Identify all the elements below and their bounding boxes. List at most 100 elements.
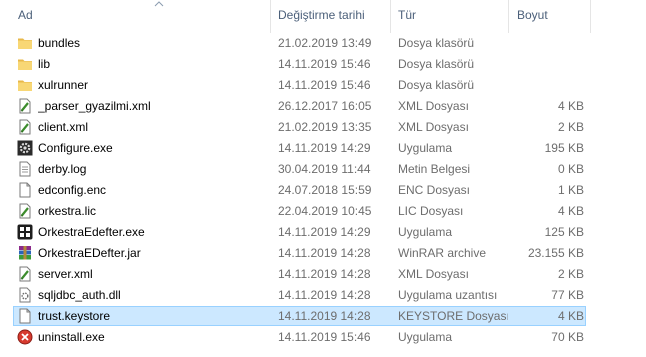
file-modified-date: 21.02.2019 13:49: [278, 36, 372, 50]
uninstall-exe-icon: [17, 329, 33, 345]
file-modified-date: 14.11.2019 14:28: [278, 288, 371, 302]
file-row[interactable]: xulrunner 14.11.2019 15:46 Dosya klasörü: [0, 75, 646, 96]
file-type: XML Dosyası: [398, 120, 469, 134]
file-type: Dosya klasörü: [398, 78, 475, 92]
file-name: lib: [38, 57, 51, 71]
file-modified-date: 24.07.2018 15:59: [278, 183, 372, 197]
file-type: ENC Dosyası: [398, 183, 471, 197]
file-row[interactable]: sqljdbc_auth.dll 14.11.2019 14:28 Uygulama…: [0, 285, 646, 306]
file-name: bundles: [38, 36, 81, 50]
file-type: Uygulama uzantısı: [398, 288, 498, 302]
file-name: uninstall.exe: [38, 330, 105, 344]
xml-file-icon: [17, 203, 33, 219]
file-row[interactable]: OrkestraEDefter.jar 14.11.2019 14:28 WinRA…: [0, 243, 646, 264]
file-row[interactable]: lib 14.11.2019 15:46 Dosya klasörü: [0, 54, 646, 75]
file-name: xulrunner: [38, 78, 89, 92]
file-row[interactable]: OrkestraEdefter.exe 14.11.2019 14:29 Uygul…: [0, 222, 646, 243]
file-row[interactable]: edconfig.enc 24.07.2018 15:59 ENC Dosyası 1…: [0, 180, 646, 201]
column-header-size-label: Boyut: [517, 8, 548, 22]
file-type: WinRAR archive: [398, 246, 487, 260]
file-row[interactable]: Configure.exe 14.11.2019 14:29 Uygulama 195…: [0, 138, 646, 159]
column-divider[interactable]: [390, 0, 391, 33]
column-header-size[interactable]: Boyut: [517, 0, 587, 33]
file-row[interactable]: _parser_gyazilmi.xml 26.12.2017 16:05 XML …: [0, 96, 646, 117]
column-divider[interactable]: [590, 0, 591, 33]
file-type: Metin Belgesi: [398, 162, 471, 176]
xml-file-icon: [17, 98, 33, 114]
gear-exe-icon: [17, 140, 33, 156]
column-header-date[interactable]: Değiştirme tarihi: [278, 0, 390, 33]
file-name: edconfig.enc: [38, 183, 107, 197]
file-type: Uygulama: [398, 141, 453, 155]
file-size: 4 KB: [557, 99, 584, 113]
file-row[interactable]: trust.keystore 14.11.2019 14:28 KEYSTORE D…: [0, 306, 646, 327]
file-name: sqljdbc_auth.dll: [38, 288, 121, 302]
file-modified-date: 14.11.2019 15:46: [278, 57, 371, 71]
file-row[interactable]: derby.log 30.04.2019 11:44 Metin Belgesi 0 …: [0, 159, 646, 180]
file-size: 70 KB: [551, 330, 584, 344]
blank-file-icon: [17, 308, 33, 324]
file-size: [516, 33, 584, 54]
dll-file-icon: [17, 287, 33, 303]
column-header-type[interactable]: Tür: [398, 0, 508, 33]
file-modified-date: 14.11.2019 14:29: [278, 141, 371, 155]
file-size: 23.155 KB: [527, 246, 584, 260]
file-type: Dosya klasörü: [398, 57, 475, 71]
file-modified-date: 14.11.2019 15:46: [278, 330, 371, 344]
winrar-icon: [17, 245, 33, 261]
file-name: OrkestraEDefter.jar: [38, 246, 141, 260]
text-file-icon: [17, 161, 33, 177]
file-type: KEYSTORE Dosyası: [398, 309, 508, 323]
file-modified-date: 14.11.2019 14:28: [278, 267, 371, 281]
file-size: 125 KB: [544, 225, 584, 239]
column-header-name[interactable]: Ad: [18, 0, 270, 33]
app-exe-icon: [17, 224, 33, 240]
file-type: LIC Dosyası: [398, 204, 464, 218]
column-header-name-label: Ad: [18, 8, 33, 22]
file-modified-date: 26.12.2017 16:05: [278, 99, 372, 113]
sort-ascending-icon: [153, 0, 165, 9]
file-size: 1 KB: [557, 183, 584, 197]
file-name: OrkestraEdefter.exe: [38, 225, 145, 239]
file-type: XML Dosyası: [398, 267, 469, 281]
folder-icon: [17, 56, 33, 72]
file-name: server.xml: [38, 267, 93, 281]
file-size: [516, 54, 584, 75]
file-size: [516, 75, 584, 96]
file-modified-date: 30.04.2019 11:44: [278, 162, 371, 176]
file-modified-date: 14.11.2019 14:28: [278, 309, 371, 323]
file-row[interactable]: orkestra.lic 22.04.2019 10:45 LIC Dosyası 4…: [0, 201, 646, 222]
file-type: Uygulama: [398, 330, 453, 344]
column-divider[interactable]: [508, 0, 509, 33]
file-modified-date: 21.02.2019 13:35: [278, 120, 372, 134]
column-header-type-label: Tür: [398, 8, 416, 22]
file-size: 4 KB: [557, 309, 584, 323]
file-row[interactable]: client.xml 21.02.2019 13:35 XML Dosyası 2 K…: [0, 117, 646, 138]
column-header-date-label: Değiştirme tarihi: [278, 8, 365, 22]
file-name: client.xml: [38, 120, 89, 134]
file-row[interactable]: uninstall.exe 14.11.2019 15:46 Uygulama 70 …: [0, 327, 646, 348]
file-size: 2 KB: [557, 120, 584, 134]
file-size: 0 KB: [557, 162, 584, 176]
file-modified-date: 14.11.2019 14:29: [278, 225, 371, 239]
file-size: 77 KB: [551, 288, 584, 302]
column-divider[interactable]: [270, 0, 271, 33]
file-row[interactable]: server.xml 14.11.2019 14:28 XML Dosyası 2 K…: [0, 264, 646, 285]
folder-icon: [17, 35, 33, 51]
xml-file-icon: [17, 266, 33, 282]
column-header-bar: Ad Değiştirme tarihi Tür Boyut: [0, 0, 646, 33]
file-modified-date: 14.11.2019 14:28: [278, 246, 371, 260]
file-name: Configure.exe: [38, 141, 113, 155]
file-size: 195 KB: [544, 141, 584, 155]
file-name: trust.keystore: [38, 309, 111, 323]
file-type: XML Dosyası: [398, 99, 469, 113]
file-type: Dosya klasörü: [398, 36, 475, 50]
file-name: _parser_gyazilmi.xml: [38, 99, 151, 113]
file-modified-date: 22.04.2019 10:45: [278, 204, 372, 218]
xml-file-icon: [17, 119, 33, 135]
file-modified-date: 14.11.2019 15:46: [278, 78, 371, 92]
file-size: 2 KB: [557, 267, 584, 281]
file-name: orkestra.lic: [38, 204, 97, 218]
file-type: Uygulama: [398, 225, 453, 239]
file-row[interactable]: bundles 21.02.2019 13:49 Dosya klasörü: [0, 33, 646, 54]
